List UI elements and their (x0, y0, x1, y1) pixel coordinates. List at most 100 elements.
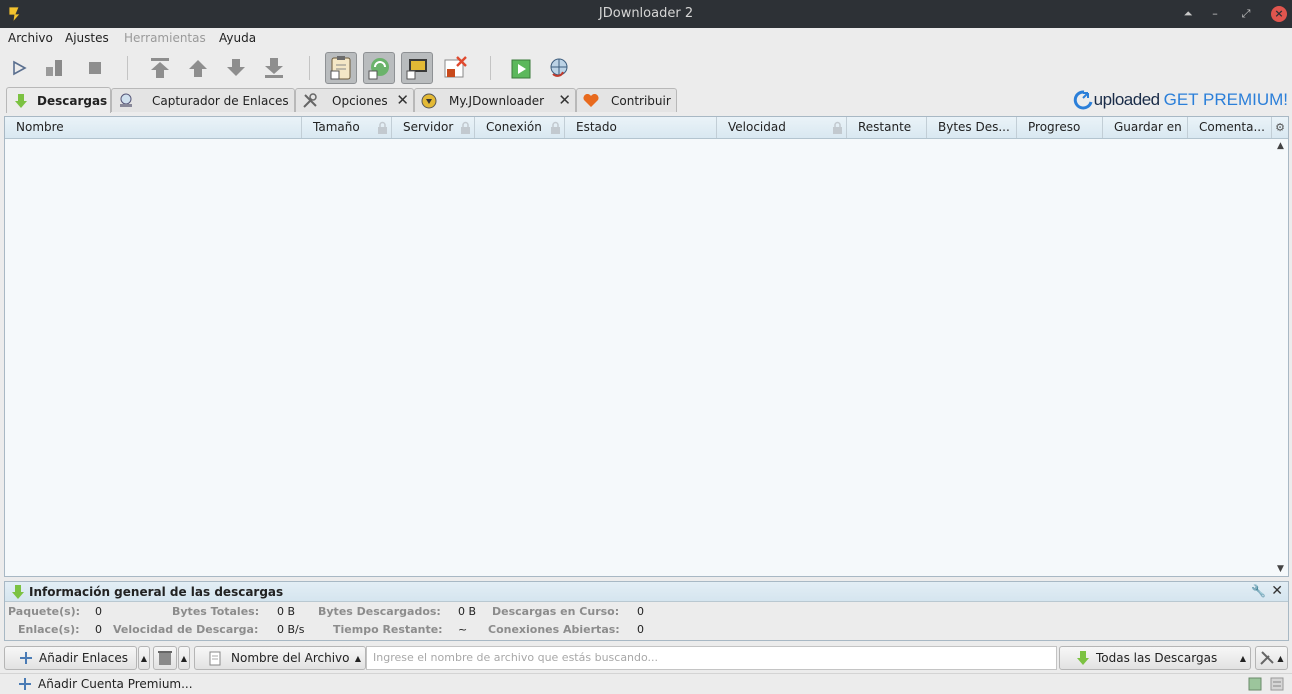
close-window-button[interactable]: × (1271, 6, 1287, 22)
shade-icon[interactable]: ⏶ (1180, 6, 1196, 22)
links-value: 0 (95, 623, 102, 636)
column-velocidad[interactable]: Velocidad (717, 117, 847, 138)
lock-icon (833, 121, 842, 134)
bottom-settings-button[interactable]: ▲ (1255, 646, 1288, 670)
lock-icon (378, 121, 387, 134)
chevron-up-icon: ▲ (1277, 653, 1284, 663)
title-bar: JDownloader 2 ⏶ – ⤢ × (0, 0, 1292, 28)
clear-menu-arrow[interactable]: ▲ (178, 646, 190, 670)
toolbar-separator (127, 56, 128, 80)
clear-list-button[interactable] (153, 646, 177, 670)
bottom-bar: Añadir Enlaces ▲ ▲ Nombre del Archivo ▲ … (0, 644, 1292, 672)
update-status-icon[interactable] (1270, 677, 1284, 691)
menu-ayuda[interactable]: Ayuda (219, 31, 256, 45)
pause-downloads-button[interactable] (38, 52, 70, 84)
update-icon (511, 59, 531, 79)
uploaded-premium-banner[interactable]: uploaded GET PREMIUM! (1070, 89, 1288, 111)
chevron-up-icon: ▲ (354, 653, 361, 663)
downloaded-bytes-value: 0 B (458, 605, 477, 618)
link-grabber-icon (118, 93, 134, 109)
silent-mode-button[interactable] (439, 52, 471, 84)
status-bar: Añadir Cuenta Premium... (0, 673, 1292, 694)
maximize-icon[interactable]: ⤢ (1238, 6, 1254, 22)
arrow-up-icon (189, 60, 207, 77)
tab-label: Capturador de Enlaces (152, 93, 289, 108)
downloads-table[interactable]: Nombre Tamaño Servidor Conexión Estado V… (4, 116, 1289, 577)
start-downloads-button[interactable] (3, 52, 35, 84)
reconnect-button[interactable] (543, 52, 575, 84)
move-top-icon (151, 58, 169, 78)
downloaded-bytes-label: Bytes Descargados: (318, 605, 441, 618)
tab-opciones[interactable]: Opciones ✕ (295, 88, 414, 112)
move-bottom-icon (265, 58, 283, 78)
column-restante[interactable]: Restante (847, 117, 927, 138)
packages-label: Paquete(s): (8, 605, 81, 618)
column-comentario[interactable]: Comenta... (1188, 117, 1272, 138)
menu-bar: Archivo Ajustes Herramientas Ayuda (0, 28, 1292, 50)
toolbar (0, 50, 1292, 86)
menu-ajustes[interactable]: Ajustes (65, 31, 109, 45)
total-bytes-value: 0 B (277, 605, 296, 618)
tools-icon (1260, 651, 1275, 665)
premium-cta: GET PREMIUM! (1163, 90, 1288, 109)
links-label: Enlace(s): (18, 623, 80, 636)
add-premium-label: Añadir Cuenta Premium... (38, 677, 193, 691)
tab-bar: Descargas Capturador de Enlaces Opciones… (0, 86, 1292, 114)
table-body[interactable] (5, 139, 1288, 576)
move-to-top-button[interactable] (144, 52, 176, 84)
add-links-button[interactable]: Añadir Enlaces (4, 646, 137, 670)
window-title: JDownloader 2 (598, 6, 694, 21)
move-to-bottom-button[interactable] (258, 52, 290, 84)
close-panel-icon[interactable]: ✕ (1271, 583, 1283, 599)
move-up-button[interactable] (182, 52, 214, 84)
auto-reconnect-toggle[interactable] (363, 52, 395, 84)
stop-downloads-button[interactable] (79, 52, 111, 84)
chevron-up-icon: ▲ (1239, 653, 1246, 663)
menu-archivo[interactable]: Archivo (8, 31, 53, 45)
running-downloads-label: Descargas en Curso: (492, 605, 620, 618)
lock-icon (551, 121, 560, 134)
clipboard-monitoring-toggle[interactable] (325, 52, 357, 84)
tab-capturador-de-enlaces[interactable]: Capturador de Enlaces (111, 88, 295, 112)
minimize-icon[interactable]: – (1207, 6, 1223, 22)
premium-monitor-icon (406, 59, 427, 80)
column-conexion[interactable]: Conexión (475, 117, 565, 138)
running-downloads-value: 0 (637, 605, 644, 618)
menu-herramientas[interactable]: Herramientas (124, 31, 206, 45)
column-bytes-descargados[interactable]: Bytes Des... (927, 117, 1017, 138)
column-guardar-en[interactable]: Guardar en (1103, 117, 1188, 138)
tab-descargas[interactable]: Descargas (6, 87, 111, 113)
vertical-scrollbar[interactable]: ▲ ▼ (1275, 139, 1288, 576)
move-down-button[interactable] (220, 52, 252, 84)
view-filter-selector[interactable]: Todas las Descargas ▲ (1059, 646, 1251, 670)
column-progreso[interactable]: Progreso (1017, 117, 1103, 138)
add-links-menu-arrow[interactable]: ▲ (138, 646, 150, 670)
add-links-label: Añadir Enlaces (39, 651, 128, 665)
play-icon (13, 60, 27, 76)
total-bytes-label: Bytes Totales: (172, 605, 260, 618)
premium-toggle[interactable] (401, 52, 433, 84)
column-tamano[interactable]: Tamaño (302, 117, 392, 138)
close-tab-icon[interactable]: ✕ (396, 93, 409, 108)
scroll-down-icon[interactable]: ▼ (1277, 564, 1284, 574)
tab-contribuir[interactable]: Contribuir (576, 88, 677, 112)
column-nombre[interactable]: Nombre (5, 117, 302, 138)
search-input[interactable]: Ingrese el nombre de archivo que estás b… (366, 646, 1057, 670)
tab-label: Descargas (37, 93, 108, 108)
open-connections-value: 0 (637, 623, 644, 636)
lock-icon (461, 121, 470, 134)
wrench-icon[interactable]: 🔧 (1251, 584, 1266, 598)
toolbar-separator (309, 56, 310, 80)
stop-icon (89, 62, 101, 74)
update-button[interactable] (505, 52, 537, 84)
tab-my-jdownloader[interactable]: My.JDownloader ✕ (414, 88, 576, 112)
add-premium-account-link[interactable]: Añadir Cuenta Premium... (18, 677, 193, 691)
scroll-up-icon[interactable]: ▲ (1277, 141, 1284, 151)
packages-value: 0 (95, 605, 102, 618)
close-tab-icon[interactable]: ✕ (558, 93, 571, 108)
column-settings-icon[interactable]: ⚙ (1273, 121, 1287, 135)
column-servidor[interactable]: Servidor (392, 117, 475, 138)
search-field-selector[interactable]: Nombre del Archivo ▲ (194, 646, 366, 670)
column-estado[interactable]: Estado (565, 117, 717, 138)
reconnect-status-icon[interactable] (1248, 677, 1262, 691)
